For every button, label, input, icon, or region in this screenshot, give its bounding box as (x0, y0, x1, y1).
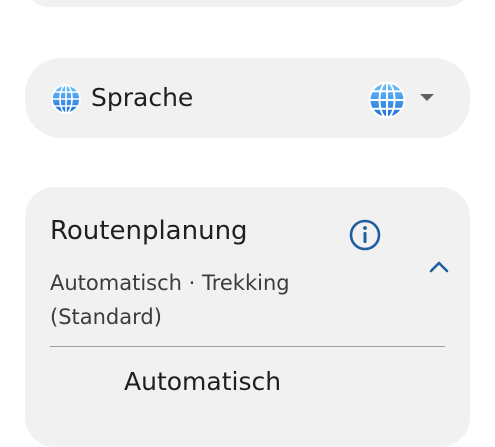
selected-language-globe-icon (368, 81, 406, 119)
routing-title: Routenplanung (50, 216, 248, 246)
routing-option-label: Automatisch (124, 367, 282, 396)
language-label: Sprache (91, 83, 194, 112)
previous-settings-card (25, 0, 470, 7)
info-icon[interactable] (348, 218, 382, 252)
globe-icon (51, 84, 81, 114)
chevron-up-icon[interactable] (428, 259, 450, 275)
caret-down-icon[interactable] (420, 94, 434, 101)
divider (50, 346, 445, 347)
routing-summary: Automatisch · Trekking (Standard) (50, 271, 290, 329)
